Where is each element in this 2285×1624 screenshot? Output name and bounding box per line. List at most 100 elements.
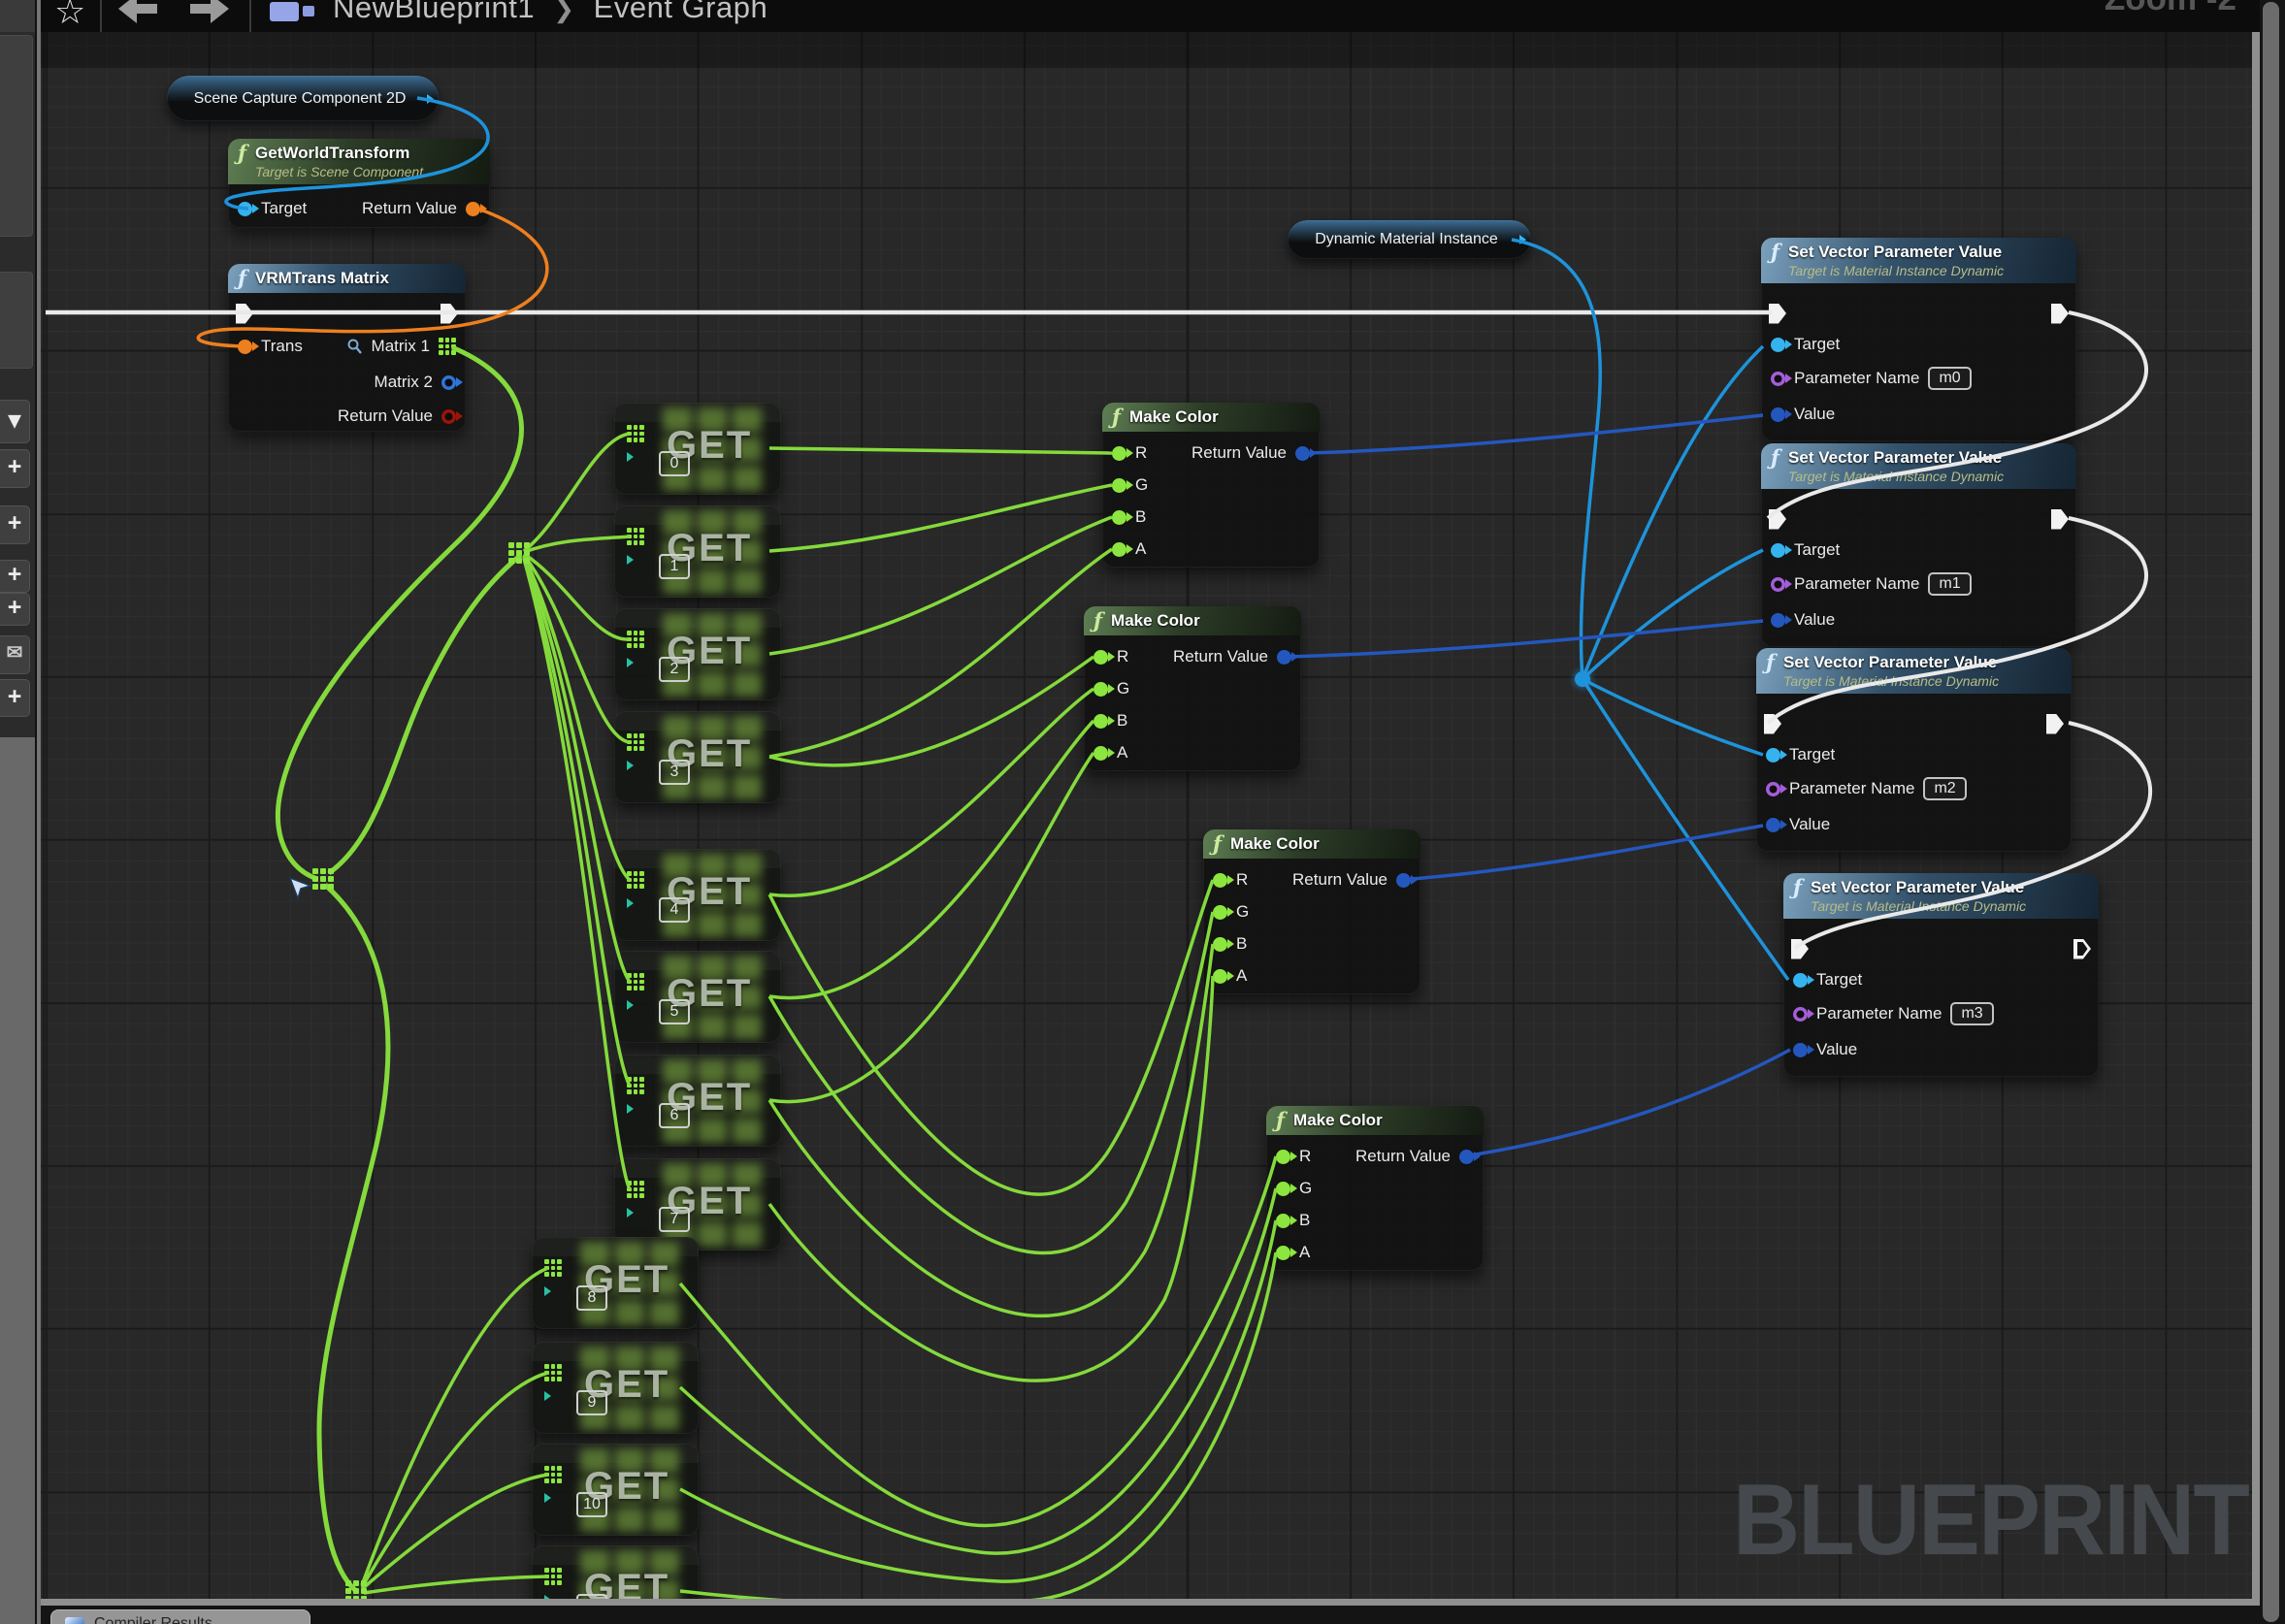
pin[interactable] [1094, 682, 1108, 697]
pin[interactable] [238, 340, 252, 354]
node-array-get-1[interactable]: GET 1 [614, 505, 781, 598]
pin[interactable] [1766, 748, 1780, 763]
pin[interactable] [441, 409, 456, 424]
index-value-box[interactable]: 5 [659, 999, 690, 1024]
wire-get3-a[interactable] [769, 549, 1112, 757]
pin[interactable] [1213, 905, 1227, 920]
wire-array-get11[interactable] [364, 1576, 548, 1593]
wire-dmi-target-m1[interactable] [1583, 550, 1763, 679]
wire-color3-value[interactable] [1400, 826, 1763, 880]
exec-pin[interactable] [236, 304, 253, 324]
node-array-get-3[interactable]: GET 3 [614, 711, 781, 803]
array-pin[interactable] [627, 1181, 644, 1198]
array-input-pin[interactable] [627, 871, 644, 889]
pin[interactable] [1213, 969, 1227, 984]
parameter-name-value[interactable]: m2 [1923, 777, 1966, 800]
pin[interactable] [1112, 510, 1126, 525]
node-array-get-8[interactable]: GET 8 [532, 1237, 699, 1329]
wire-reroute-down[interactable] [319, 885, 388, 1591]
array-pin[interactable] [627, 1077, 644, 1094]
wire-array-get8[interactable] [362, 1268, 548, 1585]
event-graph-canvas[interactable]: BLUEPRINT Scene Capture Component 2D Dyn… [41, 32, 2260, 1606]
index-value-box[interactable]: 4 [659, 897, 690, 923]
pin[interactable] [1276, 1246, 1290, 1260]
wire-get5-g3[interactable] [769, 912, 1213, 1253]
array-pin[interactable] [627, 973, 644, 991]
add-button[interactable]: + [0, 560, 30, 593]
wire-get6-a2[interactable] [769, 753, 1094, 1102]
exec-pin[interactable] [2046, 714, 2064, 734]
graph-surface[interactable]: BLUEPRINT Scene Capture Component 2D Dyn… [41, 32, 2260, 1606]
add-button[interactable]: + [0, 505, 30, 544]
array-pin[interactable] [627, 631, 644, 648]
array-pin[interactable] [508, 542, 530, 564]
exec-pin[interactable] [1769, 304, 1786, 324]
camera-icon[interactable] [270, 2, 299, 21]
array-pin[interactable] [544, 1568, 562, 1585]
compiler-results-tab[interactable]: Compiler Results [50, 1609, 310, 1624]
collapse-chevron-button[interactable]: ▾ [0, 400, 30, 443]
node-scene-capture-component-2d[interactable]: Scene Capture Component 2D [167, 76, 439, 121]
array-input-pin[interactable] [627, 1181, 644, 1198]
pin[interactable] [1771, 577, 1785, 592]
pin[interactable] [1094, 650, 1108, 665]
panel-divider-handle[interactable] [37, 0, 41, 1624]
wire-reroute-up[interactable] [329, 555, 521, 873]
node-array-get-5[interactable]: GET 5 [614, 951, 781, 1043]
array-pin[interactable] [627, 528, 644, 545]
pin[interactable] [1213, 937, 1227, 952]
wire-dmi-target-m0[interactable] [1583, 346, 1763, 679]
pin[interactable] [441, 375, 456, 390]
node-array-get-2[interactable]: GET 2 [614, 608, 781, 700]
pin[interactable] [1396, 873, 1411, 888]
breadcrumb-blueprint-name[interactable]: NewBlueprint1 [333, 0, 535, 24]
array-pin[interactable] [544, 1466, 562, 1483]
add-button[interactable]: + [0, 679, 30, 717]
index-value-box[interactable]: 0 [659, 451, 690, 476]
array-input-pin[interactable] [627, 973, 644, 991]
node-set-vector-parameter-m3[interactable]: ƒ Set Vector Parameter ValueTarget is Ma… [1783, 873, 2099, 1077]
pin[interactable] [1793, 973, 1808, 988]
exec-pin[interactable] [1769, 509, 1786, 530]
pin[interactable] [1276, 1214, 1290, 1228]
forward-arrow-icon[interactable] [190, 0, 229, 23]
reroute-node-upper[interactable] [508, 542, 530, 564]
array-input-pin[interactable] [627, 733, 644, 751]
pin[interactable] [1793, 1043, 1808, 1057]
index-value-box[interactable]: 10 [576, 1492, 607, 1517]
array-pin[interactable] [627, 425, 644, 442]
node-array-get-9[interactable]: GET 9 [532, 1342, 699, 1434]
wire-array-get10[interactable] [362, 1475, 548, 1589]
array-pin[interactable] [312, 868, 334, 890]
node-dynamic-material-instance[interactable]: Dynamic Material Instance [1288, 220, 1531, 259]
pin[interactable] [1771, 613, 1785, 628]
pin[interactable] [1793, 1007, 1808, 1022]
reroute-node-left[interactable] [312, 868, 334, 890]
array-input-pin[interactable] [627, 425, 644, 442]
array-input-pin[interactable] [544, 1259, 562, 1277]
pin[interactable] [1094, 714, 1108, 729]
array-pin[interactable] [627, 871, 644, 889]
node-make-color-2[interactable]: ƒ Make ColorRGBAReturn Value [1084, 606, 1301, 771]
parameter-name-value[interactable]: m3 [1950, 1002, 1993, 1025]
pin[interactable] [1112, 478, 1126, 493]
array-pin[interactable] [439, 338, 456, 355]
scrollbar-thumb[interactable] [2263, 2, 2279, 1622]
pin[interactable] [1766, 818, 1780, 832]
add-button[interactable]: + [0, 449, 30, 488]
parameter-name-value[interactable]: m0 [1928, 367, 1971, 390]
wire-get4-r3[interactable] [769, 880, 1213, 1194]
node-array-get-6[interactable]: GET 6 [614, 1055, 781, 1147]
node-set-vector-parameter-m0[interactable]: ƒ Set Vector Parameter ValueTarget is Ma… [1761, 238, 2076, 441]
array-input-pin[interactable] [627, 1077, 644, 1094]
array-input-pin[interactable] [627, 528, 644, 545]
wire-get4-g2[interactable] [769, 689, 1094, 895]
index-value-box[interactable]: 3 [659, 760, 690, 785]
pin[interactable] [1094, 746, 1108, 761]
array-pin[interactable] [544, 1259, 562, 1277]
wire-get10-b4[interactable] [680, 1220, 1276, 1581]
node-array-get-0[interactable]: GET 0 [614, 403, 781, 495]
index-value-box[interactable]: 9 [576, 1390, 607, 1415]
array-input-pin[interactable] [544, 1364, 562, 1381]
index-value-box[interactable]: 1 [659, 554, 690, 579]
